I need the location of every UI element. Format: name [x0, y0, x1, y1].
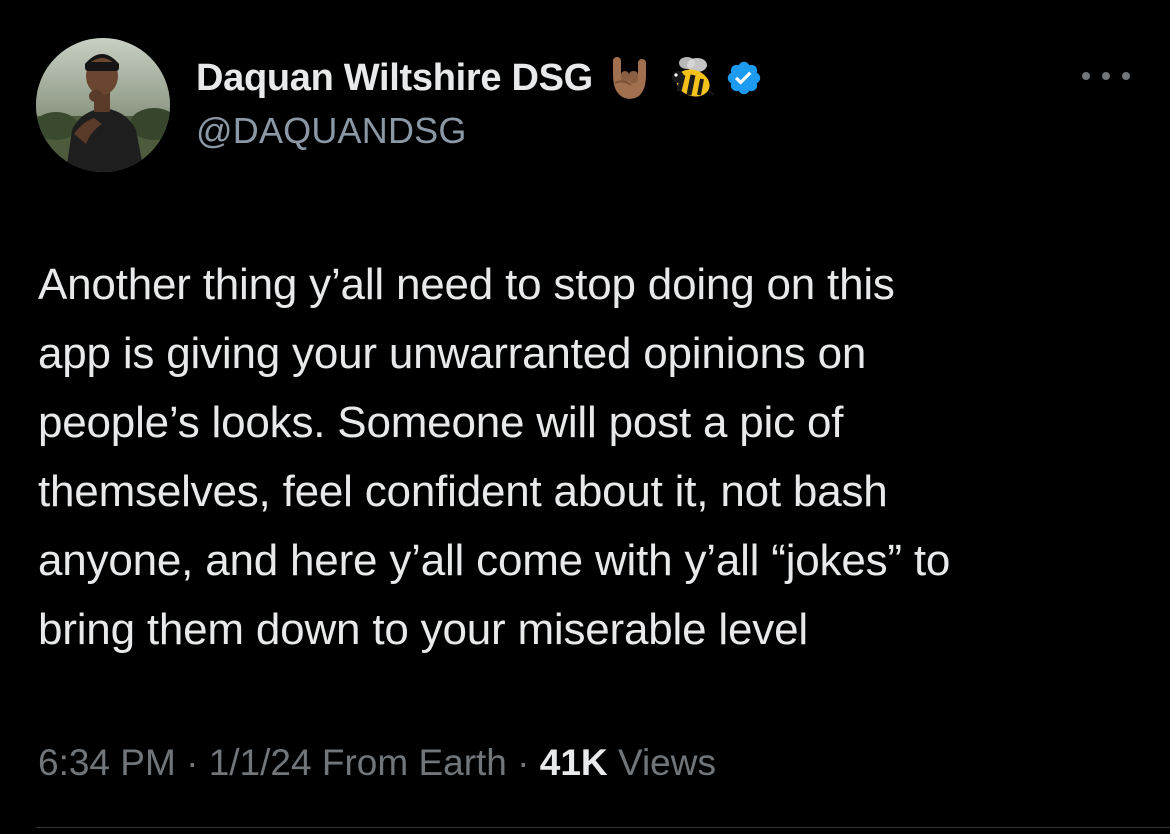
avatar-image: [36, 38, 170, 172]
tweet-text-line: app is giving your unwarranted opinions …: [38, 329, 867, 378]
author-display-name[interactable]: Daquan Wiltshire DSG: [196, 57, 593, 100]
meta-separator: ·: [506, 742, 540, 783]
avatar[interactable]: [36, 38, 170, 172]
meta-separator: ·: [175, 742, 209, 783]
honeybee-emoji-icon: [667, 53, 717, 103]
tweet-text-line: Another thing y’all need to stop doing o…: [38, 260, 895, 309]
divider: [36, 827, 1170, 828]
more-options-icon[interactable]: [1082, 62, 1130, 90]
tweet-meta: 6:34 PM · 1/1/24 From Earth · 41K Views: [38, 742, 716, 784]
horns-sign-emoji-icon: [605, 53, 655, 103]
tweet-card: Daquan Wiltshire DSG @DAQUANDSG Another …: [0, 0, 1170, 834]
tweet-text-line: people’s looks. Someone will post a pic …: [38, 398, 844, 447]
author-handle[interactable]: @DAQUANDSG: [196, 110, 467, 152]
verified-badge-icon[interactable]: [725, 59, 763, 97]
author-name-row[interactable]: Daquan Wiltshire DSG: [196, 52, 763, 104]
tweet-text-line: anyone, and here y’all come with y’all “…: [38, 536, 951, 585]
tweet-time[interactable]: 6:34 PM: [38, 742, 176, 783]
tweet-source: From Earth: [311, 742, 507, 783]
tweet-date[interactable]: 1/1/24: [209, 742, 312, 783]
views-count[interactable]: 41K: [540, 742, 608, 783]
more-dot: [1102, 72, 1110, 80]
tweet-text-line: bring them down to your miserable level: [38, 605, 808, 654]
more-dot: [1082, 72, 1090, 80]
tweet-text: Another thing y’all need to stop doing o…: [38, 250, 1138, 664]
more-dot: [1122, 72, 1130, 80]
tweet-text-line: themselves, feel confident about it, not…: [38, 467, 888, 516]
views-label[interactable]: Views: [608, 742, 716, 783]
